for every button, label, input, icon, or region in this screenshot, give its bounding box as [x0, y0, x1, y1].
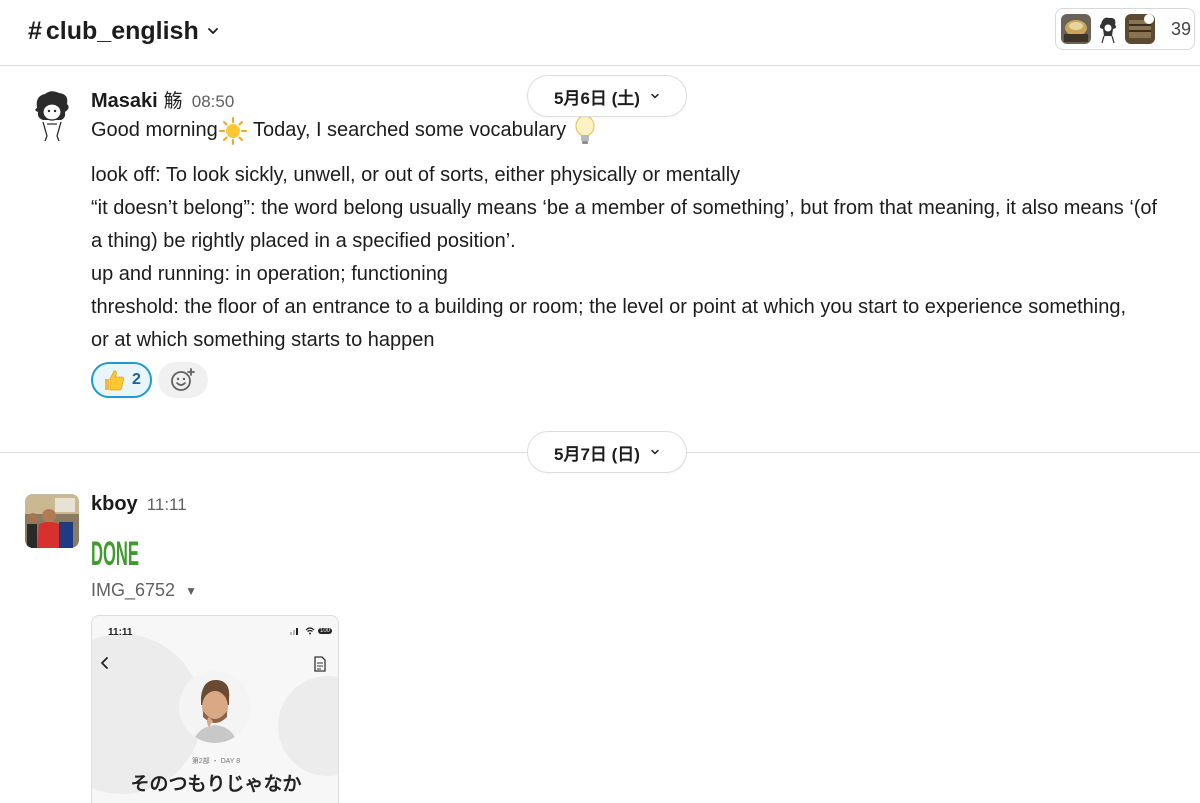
add-emoji-icon [171, 368, 195, 391]
members-button[interactable]: 39 [1055, 8, 1195, 50]
caret-down-icon: ▼ [185, 583, 197, 598]
sun-icon [218, 116, 247, 145]
author-suffix: 觞 [163, 91, 183, 112]
message-line: a thing) be rightly placed in a specifie… [91, 230, 516, 252]
reaction-thumbs-up[interactable]: 2 [91, 362, 152, 398]
chevron-down-icon [651, 449, 659, 455]
file-name-toggle[interactable]: IMG_6752 ▼ [91, 580, 197, 601]
message-header: Masaki 觞 08:50 [91, 86, 234, 113]
image-attachment[interactable]: 11:11 100 第2部 ・ DAY 8 そのつもりじゃなか [91, 615, 339, 803]
light-bulb-icon [575, 115, 595, 144]
date-jump-button[interactable]: 5月7日 (日) [527, 431, 687, 473]
greeting-text-2: Today, I searched some vocabulary [247, 119, 567, 141]
message-header: kboy 11:11 [91, 493, 187, 516]
channel-name: club_english [45, 16, 199, 45]
avatar[interactable] [25, 88, 79, 142]
message-line: or at which something starts to happen [91, 329, 435, 351]
add-reaction-button[interactable] [158, 362, 208, 398]
wifi-icon [305, 627, 315, 635]
avatar[interactable] [25, 494, 79, 548]
signal-icon [289, 628, 298, 635]
member-avatar [1093, 14, 1123, 44]
member-count: 39 [1171, 18, 1192, 39]
author-name[interactable]: kboy [91, 493, 138, 516]
message-greeting: Good morning Today, I searched some voca… [91, 114, 598, 147]
channel-header: # club_english 39 [0, 0, 1200, 66]
message-line: up and running: in operation; functionin… [91, 263, 448, 285]
svg-text:DONE: DONE [91, 535, 139, 571]
member-avatar [1061, 14, 1091, 44]
document-icon [314, 656, 326, 672]
date-label: 5月6日 (土) [554, 88, 640, 108]
message-line: “it doesn’t belong”: the word belong usu… [91, 197, 1158, 219]
back-arrow-icon [101, 657, 108, 669]
reaction-count: 2 [132, 371, 141, 388]
member-avatar [1125, 14, 1155, 44]
chevron-down-icon [207, 28, 218, 34]
date-jump-button[interactable]: 5月6日 (土) [527, 75, 687, 117]
message-time[interactable]: 08:50 [192, 92, 235, 112]
message-line: threshold: the floor of an entrance to a… [91, 296, 1127, 318]
greeting-text: Good morning [91, 119, 218, 141]
message-line: look off: To look sickly, unwell, or out… [91, 164, 741, 186]
lesson-title: そのつもりじゃなか [130, 774, 302, 795]
battery-icon: 100 [317, 628, 332, 634]
message-time[interactable]: 11:11 [147, 495, 187, 515]
status-time: 11:11 [108, 627, 133, 638]
author-name[interactable]: Masaki [91, 90, 158, 113]
date-label: 5月7日 (日) [554, 444, 640, 464]
chevron-down-icon [651, 93, 659, 99]
done-emoji-icon: DONE [91, 535, 139, 571]
thumbs-up-icon [105, 370, 125, 391]
hash-icon: # [28, 16, 42, 45]
lesson-label: 第2部 ・ DAY 8 [191, 758, 241, 765]
file-name: IMG_6752 [91, 580, 176, 600]
channel-name-button[interactable]: # club_english [28, 14, 219, 48]
status-icons: 100 [289, 627, 332, 635]
instructor-portrait [179, 671, 251, 743]
